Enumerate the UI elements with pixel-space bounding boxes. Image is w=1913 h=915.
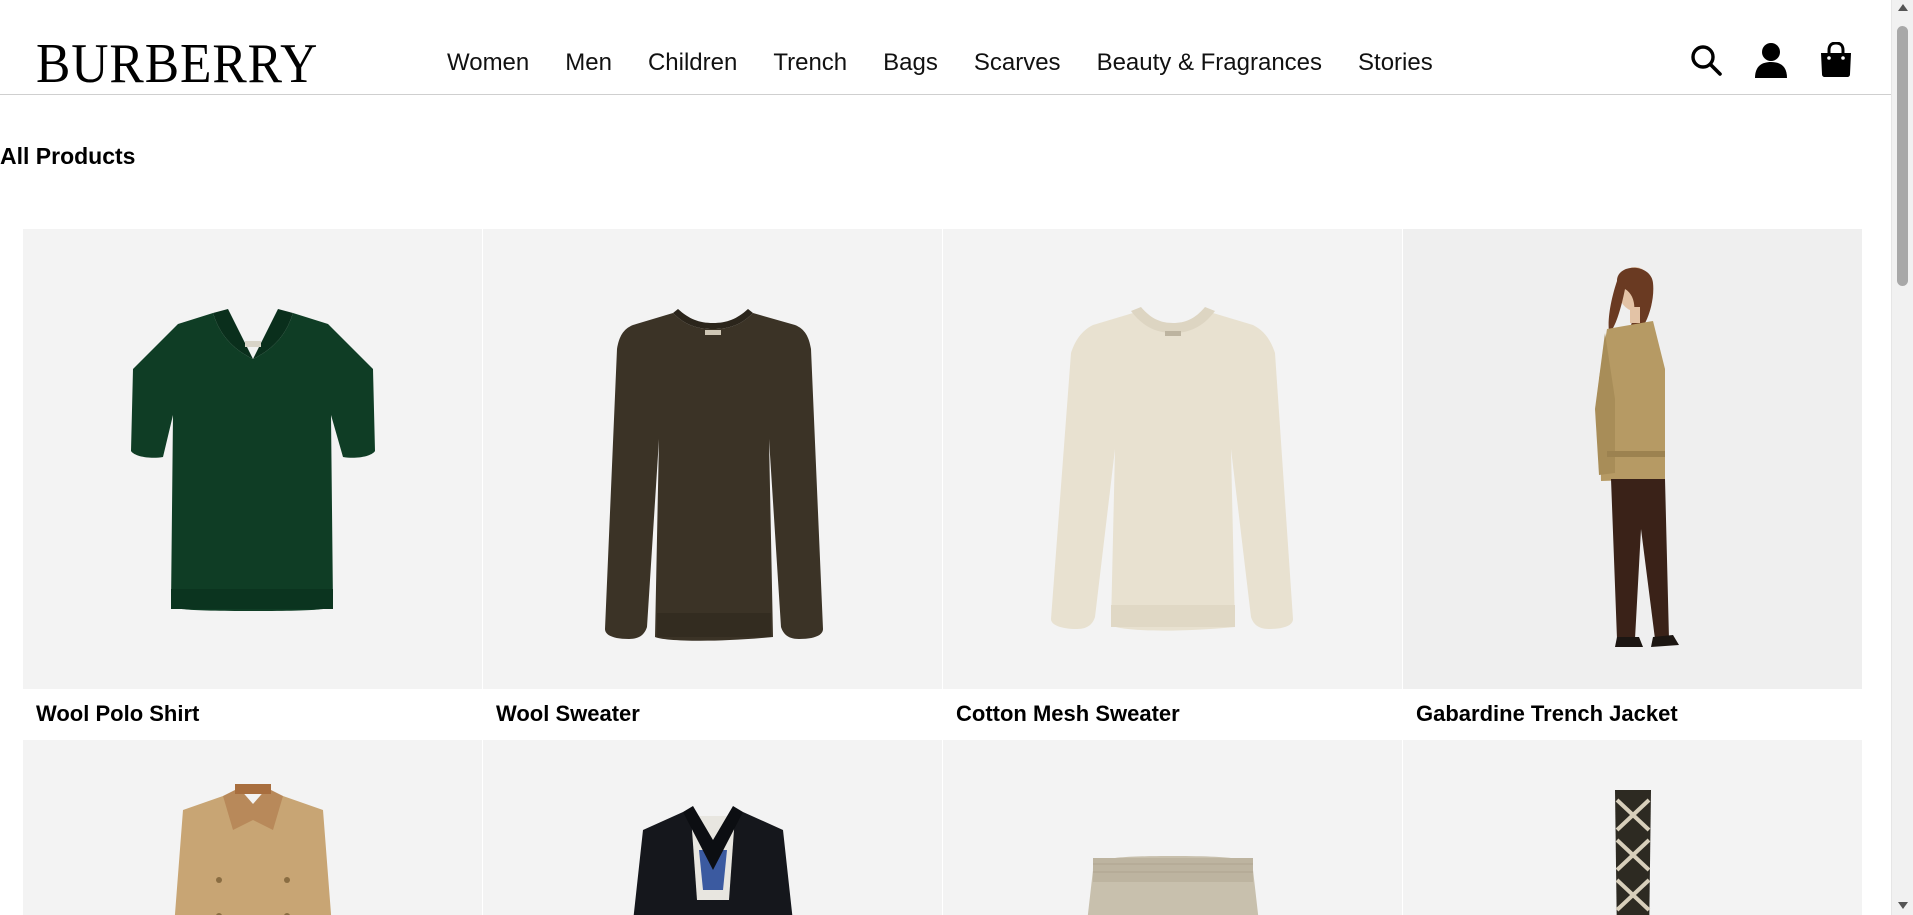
product-image[interactable] [943, 229, 1402, 689]
product-name[interactable]: Wool Polo Shirt [23, 689, 482, 740]
product-image[interactable] [483, 229, 942, 689]
product-card[interactable] [943, 740, 1403, 915]
shopping-bag-icon[interactable] [1819, 42, 1853, 78]
main-nav: Women Men Children Trench Bags Scarves B… [447, 48, 1469, 78]
page: BURBERRY Women Men Children Trench Bags … [0, 0, 1891, 915]
nav-item-women[interactable]: Women [447, 48, 529, 78]
header-actions [1689, 42, 1853, 78]
scroll-up-arrow-icon[interactable] [1898, 4, 1908, 11]
brand-logo[interactable]: BURBERRY [36, 34, 318, 94]
product-name[interactable]: Wool Sweater [483, 689, 942, 740]
nav-item-children[interactable]: Children [648, 48, 737, 78]
product-image[interactable] [23, 740, 482, 915]
product-image[interactable] [23, 229, 482, 689]
nav-item-men[interactable]: Men [565, 48, 612, 78]
product-image[interactable] [1403, 740, 1862, 915]
product-image[interactable] [1403, 229, 1862, 689]
nav-item-bags[interactable]: Bags [883, 48, 938, 78]
nav-item-scarves[interactable]: Scarves [974, 48, 1061, 78]
product-card[interactable]: Gabardine Trench Jacket [1403, 229, 1863, 740]
product-card[interactable] [1403, 740, 1863, 915]
nav-item-stories[interactable]: Stories [1358, 48, 1433, 78]
product-card[interactable]: Wool Polo Shirt [23, 229, 483, 740]
nav-item-trench[interactable]: Trench [773, 48, 847, 78]
scroll-down-arrow-icon[interactable] [1898, 902, 1908, 909]
product-card[interactable] [483, 740, 943, 915]
search-icon[interactable] [1689, 42, 1723, 78]
product-card[interactable] [23, 740, 483, 915]
site-header: BURBERRY Women Men Children Trench Bags … [0, 0, 1891, 95]
account-icon[interactable] [1754, 42, 1788, 78]
scrollbar[interactable] [1891, 0, 1913, 915]
page-title: All Products [0, 143, 136, 169]
product-name[interactable]: Cotton Mesh Sweater [943, 689, 1402, 740]
product-name[interactable]: Gabardine Trench Jacket [1403, 689, 1862, 740]
product-image[interactable] [943, 740, 1402, 915]
product-image[interactable] [483, 740, 942, 915]
product-card[interactable]: Cotton Mesh Sweater [943, 229, 1403, 740]
product-card[interactable]: Wool Sweater [483, 229, 943, 740]
product-grid: Wool Polo Shirt Wool Sweater Cotton Mesh… [23, 229, 1865, 915]
nav-item-beauty-fragrances[interactable]: Beauty & Fragrances [1097, 48, 1322, 78]
scroll-thumb[interactable] [1897, 26, 1908, 286]
